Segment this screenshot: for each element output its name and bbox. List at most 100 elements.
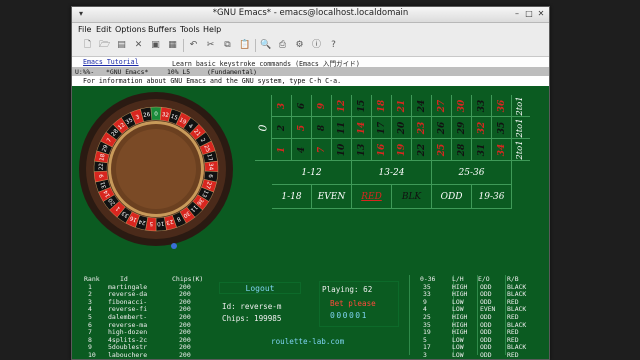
number-cell-20[interactable]: 20	[392, 117, 412, 139]
leaderboard-chips: 200	[179, 350, 191, 359]
number-label: 32	[476, 121, 487, 134]
minimize-icon[interactable]: –	[512, 9, 522, 19]
menu-options[interactable]: Options	[115, 25, 146, 34]
number-cell-28[interactable]: 28	[452, 139, 472, 161]
menu-file[interactable]: File	[78, 25, 91, 34]
number-cell-33[interactable]: 33	[472, 95, 492, 117]
leaderboard-row: 2 reverse-da 200	[84, 290, 214, 298]
number-label: 16	[376, 143, 387, 156]
number-cell-25[interactable]: 25	[432, 139, 452, 161]
number-cell-17[interactable]: 17	[372, 117, 392, 139]
history-row: 35 HIGH ODD BLACK	[420, 283, 530, 291]
number-cell-18[interactable]: 18	[372, 95, 392, 117]
number-cell-5[interactable]: 5	[292, 117, 312, 139]
dozen-bet-2[interactable]: 13-24	[352, 161, 432, 185]
menu-tools[interactable]: Tools	[180, 25, 200, 34]
number-label: 35	[496, 121, 507, 134]
logout-button[interactable]: Logout	[220, 284, 300, 293]
number-cell-6[interactable]: 6	[292, 95, 312, 117]
outside-bet-even[interactable]: EVEN	[312, 185, 352, 209]
number-cell-4[interactable]: 4	[292, 139, 312, 161]
number-cell-14[interactable]: 14	[352, 117, 372, 139]
number-cell-2[interactable]: 2	[272, 117, 292, 139]
modeline-major-mode[interactable]: (Fundamental)	[207, 68, 257, 76]
number-cell-1[interactable]: 1	[272, 139, 292, 161]
outside-bet-odd[interactable]: ODD	[432, 185, 472, 209]
column-bet-1[interactable]: 2to1	[510, 95, 530, 117]
number-cell-34[interactable]: 34	[492, 139, 512, 161]
number-cell-27[interactable]: 27	[432, 95, 452, 117]
history-row: 25 HIGH ODD RED	[420, 313, 530, 321]
outside-bet-1-18[interactable]: 1-18	[272, 185, 312, 209]
number-cell-35[interactable]: 35	[492, 117, 512, 139]
dozen-bet-3[interactable]: 25-36	[432, 161, 512, 185]
wheel-number-0: 0	[154, 112, 158, 118]
outside-bet-blk[interactable]: BLK	[392, 185, 432, 209]
save-as-icon[interactable]: ▦	[167, 40, 178, 51]
save-icon[interactable]: ▣	[150, 40, 161, 51]
copy-icon[interactable]: ⧉	[222, 40, 233, 51]
toolbar-separator	[183, 39, 184, 52]
number-cell-11[interactable]: 11	[332, 117, 352, 139]
menu-buffers[interactable]: Buffers	[148, 25, 176, 34]
help-icon[interactable]: ?	[328, 40, 339, 51]
dozen-bet-1[interactable]: 1-12	[272, 161, 352, 185]
menu-edit[interactable]: Edit	[96, 25, 112, 34]
number-cell-19[interactable]: 19	[392, 139, 412, 161]
number-cell-9[interactable]: 9	[312, 95, 332, 117]
history-row: 35 HIGH ODD BLACK	[420, 321, 530, 329]
open-folder-icon[interactable]: 🗁	[99, 40, 110, 51]
number-cell-21[interactable]: 21	[392, 95, 412, 117]
open-dired-icon[interactable]: ▤	[116, 40, 127, 51]
player-chips-line: Chips: 199985	[222, 314, 281, 323]
search-icon[interactable]: 🔍	[260, 40, 271, 51]
maximize-icon[interactable]: □	[524, 9, 534, 19]
emacs-tutorial-link[interactable]: Emacs Tutorial	[83, 58, 139, 66]
menu-help[interactable]: Help	[203, 25, 221, 34]
close-buffer-icon[interactable]: ✕	[133, 40, 144, 51]
number-cell-12[interactable]: 12	[332, 95, 352, 117]
number-cell-16[interactable]: 16	[372, 139, 392, 161]
number-cell-8[interactable]: 8	[312, 117, 332, 139]
number-cell-24[interactable]: 24	[412, 95, 432, 117]
playing-line: Playing: 62	[322, 285, 372, 294]
toolbar: 🗋 🗁 ▤ ✕ ▣ ▦ ↶ ✂ ⧉ 📋 🔍 ⎙ ⚙ ⓘ ?	[72, 36, 549, 57]
paste-icon[interactable]: 📋	[239, 40, 250, 51]
number-cell-23[interactable]: 23	[412, 117, 432, 139]
cut-icon[interactable]: ✂	[205, 40, 216, 51]
number-cell-31[interactable]: 31	[472, 139, 492, 161]
undo-icon[interactable]: ↶	[188, 40, 199, 51]
number-cell-22[interactable]: 22	[412, 139, 432, 161]
number-cell-15[interactable]: 15	[352, 95, 372, 117]
new-file-icon[interactable]: 🗋	[82, 40, 93, 51]
modeline-buffer-name[interactable]: *GNU Emacs*	[106, 68, 148, 76]
number-cell-36[interactable]: 36	[492, 95, 512, 117]
site-link[interactable]: roulette-lab.com	[271, 337, 344, 346]
number-label: 19	[396, 143, 407, 156]
number-label: 28	[456, 143, 467, 156]
print-icon[interactable]: ⎙	[277, 40, 288, 51]
number-cell-10[interactable]: 10	[332, 139, 352, 161]
outside-bet-19-36[interactable]: 19-36	[472, 185, 512, 209]
player-id-value: reverse-m	[240, 302, 282, 311]
number-cell-29[interactable]: 29	[452, 117, 472, 139]
bet-timer: 000001	[330, 311, 368, 320]
column-bet-2[interactable]: 2to1	[510, 117, 530, 139]
number-cell-30[interactable]: 30	[452, 95, 472, 117]
number-cell-32[interactable]: 32	[472, 117, 492, 139]
leaderboard-row: 5 dalembert- 200	[84, 313, 214, 321]
title-bar[interactable]: ▾ *GNU Emacs* - emacs@localhost.localdom…	[72, 7, 549, 23]
info-icon[interactable]: ⓘ	[311, 40, 322, 51]
help-line: Emacs Tutorial Learn basic keystroke com…	[72, 57, 549, 68]
number-cell-7[interactable]: 7	[312, 139, 332, 161]
leaderboard-rank: 10	[88, 350, 96, 359]
column-bet-3[interactable]: 2to1	[510, 139, 530, 161]
close-icon[interactable]: ✕	[536, 9, 546, 19]
number-label: 36	[496, 99, 507, 112]
preferences-icon[interactable]: ⚙	[294, 40, 305, 51]
outside-bet-red[interactable]: RED	[352, 185, 392, 209]
number-cell-13[interactable]: 13	[352, 139, 372, 161]
number-cell-26[interactable]: 26	[432, 117, 452, 139]
zero-cell[interactable]: 0	[255, 95, 272, 161]
number-cell-3[interactable]: 3	[272, 95, 292, 117]
